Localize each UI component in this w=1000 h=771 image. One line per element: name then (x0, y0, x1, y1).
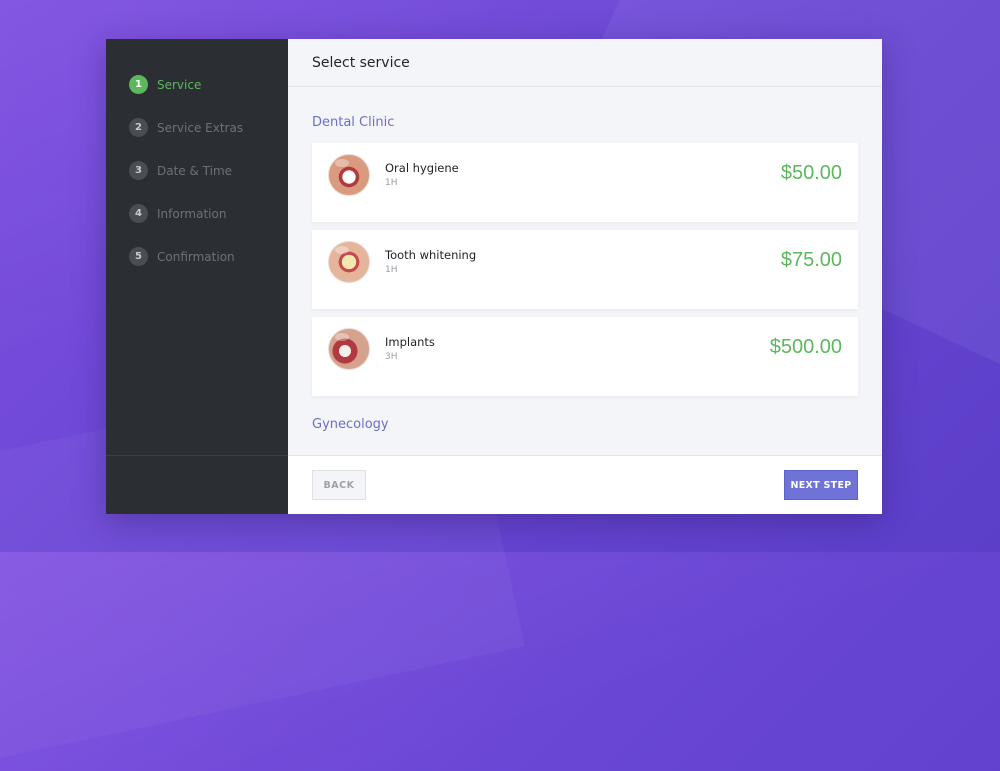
service-name: Oral hygiene (385, 161, 459, 175)
service-info: Tooth whitening 1H (385, 248, 476, 275)
step-number: 1 (129, 75, 148, 94)
steps-sidebar: 1 Service 2 Service Extras 3 Date & Time… (106, 39, 288, 514)
step-label: Date & Time (157, 163, 233, 178)
service-price: $500.00 (769, 336, 842, 358)
wizard-footer: BACK NEXT STEP (288, 455, 882, 514)
service-info: Oral hygiene 1H (385, 161, 459, 188)
category-title: Gynecology (312, 417, 389, 432)
main-panel: Select service Dental Clinic Oral hygien… (288, 39, 882, 514)
service-duration: 3H (385, 352, 398, 362)
page-title: Select service (312, 54, 410, 71)
service-card-tooth-whitening[interactable]: Tooth whitening 1H $75.00 (312, 230, 858, 309)
back-button[interactable]: BACK (312, 470, 366, 500)
service-name: Tooth whitening (385, 248, 477, 262)
step-date-time[interactable]: 3 Date & Time (129, 149, 288, 192)
step-number: 5 (129, 247, 148, 266)
category-title: Dental Clinic (312, 115, 395, 130)
service-duration: 1H (385, 265, 398, 275)
step-information[interactable]: 4 Information (129, 192, 288, 235)
service-info: Implants 3H (385, 335, 435, 362)
step-label: Service (157, 77, 202, 92)
next-step-button[interactable]: NEXT STEP (784, 470, 858, 500)
service-name: Implants (385, 335, 435, 349)
step-number: 2 (129, 118, 148, 137)
service-list-area: Dental Clinic Oral hygiene 1H $50.00 Too… (288, 87, 882, 455)
main-header: Select service (288, 39, 882, 87)
implants-photo (328, 328, 370, 370)
service-card-oral-hygiene[interactable]: Oral hygiene 1H $50.00 (312, 143, 858, 222)
oral-hygiene-photo (328, 154, 370, 196)
step-label: Service Extras (157, 120, 244, 135)
step-label: Information (157, 206, 227, 221)
service-price: $50.00 (780, 162, 842, 184)
step-label: Confirmation (157, 249, 235, 264)
step-number: 3 (129, 161, 148, 180)
step-service[interactable]: 1 Service (129, 63, 288, 106)
tooth-whitening-photo (328, 241, 370, 283)
step-number: 4 (129, 204, 148, 223)
service-card-implants[interactable]: Implants 3H $500.00 (312, 317, 858, 396)
step-service-extras[interactable]: 2 Service Extras (129, 106, 288, 149)
service-price: $75.00 (780, 249, 842, 271)
service-duration: 1H (385, 178, 398, 188)
booking-wizard: 1 Service 2 Service Extras 3 Date & Time… (106, 39, 882, 514)
sidebar-footer (106, 455, 288, 514)
steps-list: 1 Service 2 Service Extras 3 Date & Time… (106, 39, 288, 278)
step-confirmation[interactable]: 5 Confirmation (129, 235, 288, 278)
